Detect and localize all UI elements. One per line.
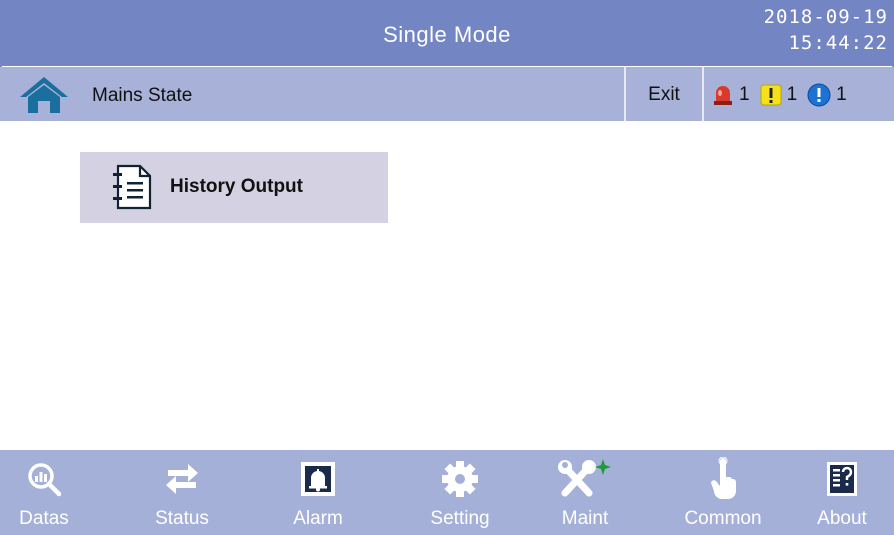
pointing-hand-icon <box>711 457 736 499</box>
exit-button[interactable]: Exit <box>624 67 704 121</box>
clock-date: 2018-09-19 <box>763 6 888 28</box>
nav-about-label: About <box>817 508 867 529</box>
alarm-warning[interactable]: 1 <box>760 83 798 107</box>
nav-about[interactable]: About <box>800 450 884 535</box>
nav-setting[interactable]: Setting <box>408 450 512 535</box>
info-sheet-icon <box>827 462 857 496</box>
nav-status-label: Status <box>155 508 209 529</box>
nav-common[interactable]: Common <box>668 450 778 535</box>
bottom-nav: Datas Status Alarm Setting Maint Common … <box>0 450 894 535</box>
home-button[interactable] <box>18 75 70 115</box>
history-output-label: History Output <box>170 176 303 197</box>
gear-icon <box>442 461 478 497</box>
tools-icon <box>558 459 611 497</box>
history-output-button[interactable]: History Output <box>80 152 388 223</box>
clock-time: 15:44:22 <box>788 32 888 54</box>
alarm-critical[interactable]: 1 <box>712 83 750 107</box>
title-bar: Single Mode 2018-09-19 15:44:22 <box>0 0 894 66</box>
nav-common-label: Common <box>684 508 762 529</box>
blue-info-icon <box>807 83 831 107</box>
nav-maint-label: Maint <box>561 508 609 529</box>
nav-status[interactable]: Status <box>140 450 224 535</box>
page-title: Single Mode <box>383 22 511 47</box>
alarm-summary: 1 1 1 <box>712 81 857 109</box>
document-list-icon <box>113 164 152 210</box>
nav-alarm-label: Alarm <box>293 508 343 529</box>
alarm-warning-count: 1 <box>786 84 798 105</box>
nav-datas-label: Datas <box>19 508 69 529</box>
clock: 2018-09-19 15:44:22 <box>764 4 888 56</box>
sub-bar: Mains State Exit 1 1 1 <box>0 67 894 121</box>
yellow-warning-icon <box>760 84 782 106</box>
alarm-info[interactable]: 1 <box>807 83 847 107</box>
alarm-critical-count: 1 <box>739 84 750 105</box>
nav-maint[interactable]: Maint <box>540 450 630 535</box>
bell-icon <box>301 462 335 496</box>
swap-arrows-icon <box>166 464 198 494</box>
alarm-info-count: 1 <box>836 84 847 105</box>
main-content: History Output <box>0 121 894 450</box>
breadcrumb: Mains State <box>92 85 193 106</box>
red-alarm-icon <box>714 86 732 105</box>
nav-setting-label: Setting <box>430 508 490 529</box>
nav-alarm[interactable]: Alarm <box>276 450 360 535</box>
home-icon <box>20 77 68 113</box>
nav-datas[interactable]: Datas <box>2 450 86 535</box>
magnifier-chart-icon <box>28 463 62 497</box>
